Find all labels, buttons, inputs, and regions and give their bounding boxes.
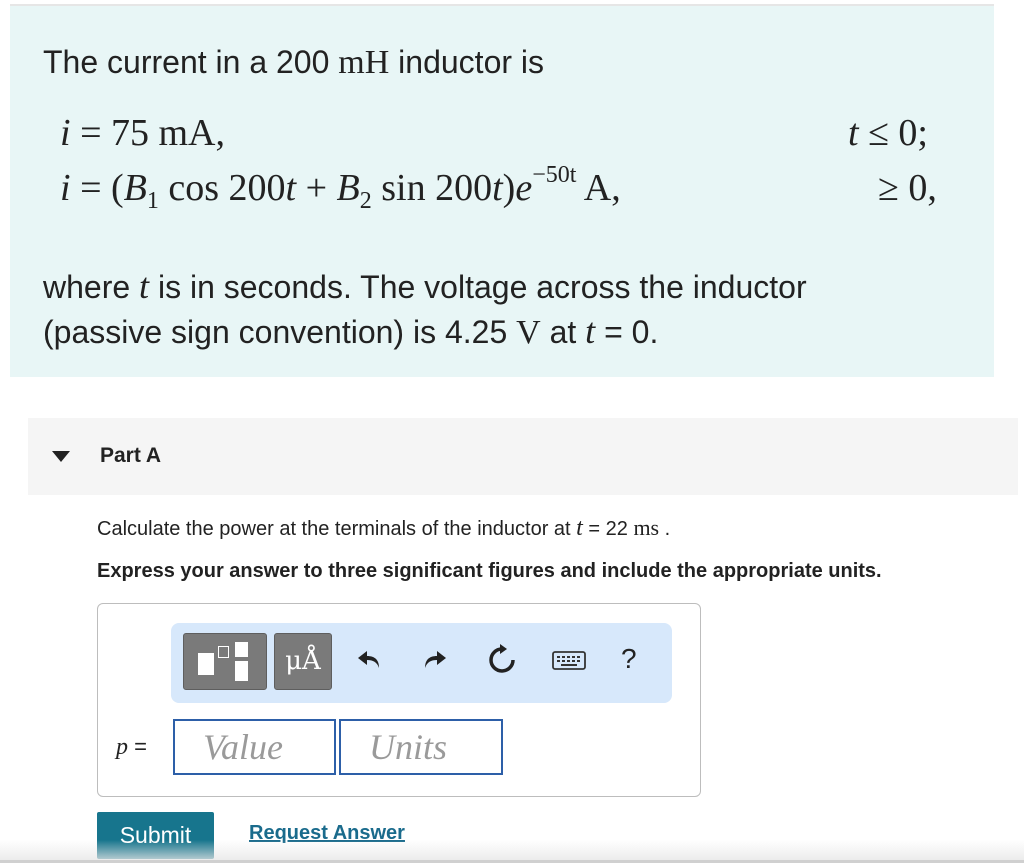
desc-t2: t <box>585 311 596 351</box>
value-input[interactable] <box>173 719 336 775</box>
eq2-lhs: i <box>60 167 71 209</box>
redo-icon[interactable] <box>417 643 451 677</box>
eq2-t1: t <box>285 167 297 209</box>
submit-button[interactable]: Submit <box>97 812 214 859</box>
eq2-plus: + <box>296 167 337 209</box>
equation-1: i = 75 mA, <box>60 111 225 155</box>
eq2-close: ) <box>502 167 516 209</box>
keyboard-icon[interactable] <box>551 643 587 677</box>
equation-1-condition: t ≤ 0; <box>848 111 928 155</box>
desc-part-2: is in seconds. The voltage across the in… <box>149 269 807 305</box>
units-input[interactable] <box>339 719 503 775</box>
answer-variable: p <box>116 734 128 760</box>
question-unit: ms <box>633 515 660 540</box>
question-part-1: Calculate the power at the terminals of … <box>97 518 577 540</box>
part-a-header[interactable]: Part A <box>28 418 1018 495</box>
part-title: Part A <box>100 444 162 467</box>
eq2-cos: cos 200 <box>158 167 286 209</box>
desc-part-4: at <box>540 314 586 350</box>
eq2-b2-sub: 2 <box>359 188 372 214</box>
help-icon[interactable]: ? <box>621 643 637 675</box>
eq2-sin: sin 200 <box>371 167 493 209</box>
eq1-lhs: i <box>60 112 71 154</box>
eq2-exponent: −50t <box>532 162 577 188</box>
eq2-open: = ( <box>70 167 124 209</box>
equation-2-condition: ≥ 0, <box>878 167 937 209</box>
eq2-b1: B <box>123 167 147 209</box>
desc-part-1: where <box>43 269 140 305</box>
eq1-cond-var: t <box>848 112 859 154</box>
templates-button[interactable] <box>183 633 267 690</box>
math-toolbar: μÅ ? <box>171 623 672 703</box>
eq2-t2: t <box>492 167 503 209</box>
intro-text: The current in a 200 <box>43 44 339 80</box>
reset-icon[interactable] <box>485 643 519 677</box>
desc-t: t <box>139 266 150 306</box>
request-answer-link[interactable]: Request Answer <box>249 822 405 845</box>
units-button[interactable]: μÅ <box>274 633 332 690</box>
equation-2: i = (B1 cos 200t + B2 sin 200t)e−50t A, <box>60 163 621 213</box>
intro-unit: mH <box>338 44 390 81</box>
eq2-e: e <box>515 167 533 209</box>
answer-box: μÅ ? p = <box>97 603 701 797</box>
desc-part-5: = 0. <box>595 314 659 350</box>
answer-variable-label: p = <box>116 734 147 761</box>
eq2-unit: A, <box>576 167 621 209</box>
intro-end: inductor is <box>389 44 545 80</box>
problem-description: where t is in seconds. The voltage acros… <box>43 264 963 355</box>
question-t: t <box>576 515 583 541</box>
desc-part-3: (passive sign convention) is 4.25 <box>43 314 517 350</box>
eq2-b1-sub: 1 <box>146 188 159 214</box>
problem-intro: The current in a 200 mH inductor is <box>43 44 544 82</box>
question-part-2: = 22 <box>582 518 634 540</box>
problem-statement: The current in a 200 mH inductor is i = … <box>10 6 994 377</box>
undo-icon[interactable] <box>353 643 387 677</box>
caret-down-icon[interactable] <box>52 451 70 462</box>
question-part-3: . <box>659 518 671 540</box>
answer-equals: = <box>128 734 147 759</box>
eq2-b2: B <box>336 167 360 209</box>
answer-instruction: Express your answer to three significant… <box>97 560 882 582</box>
desc-unit: V <box>516 314 541 351</box>
eq1-cond: ≤ 0; <box>858 112 928 154</box>
question-text: Calculate the power at the terminals of … <box>97 515 670 542</box>
eq1-rhs: = 75 mA, <box>70 112 225 154</box>
